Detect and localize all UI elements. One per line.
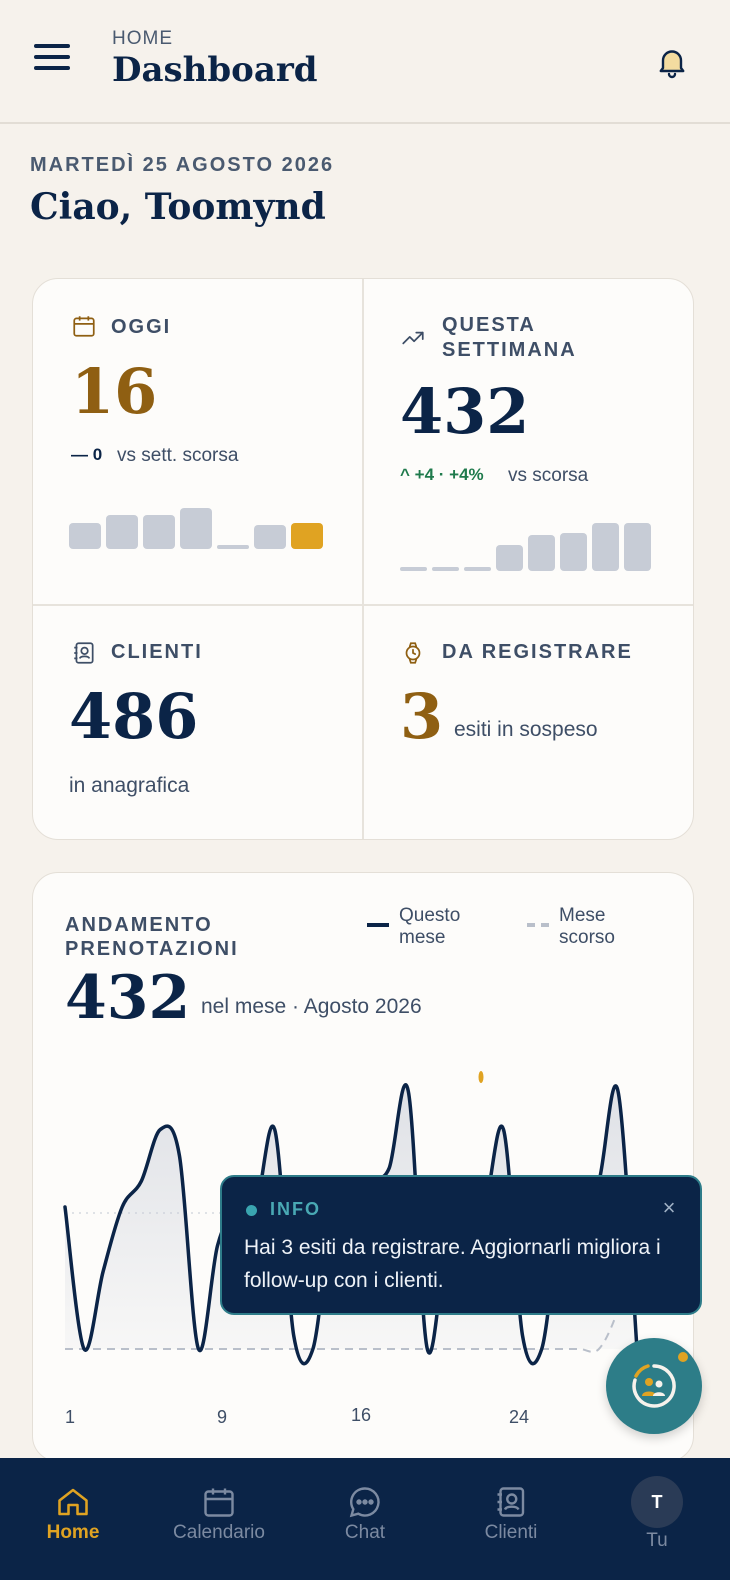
nav-item-calendar[interactable]: Calendario bbox=[146, 1458, 292, 1580]
contacts-icon bbox=[74, 642, 94, 664]
header-eyebrow: HOME bbox=[112, 28, 173, 49]
nav-label: Calendario bbox=[173, 1522, 265, 1543]
chart-subtitle: nel mese · Agosto 2026 bbox=[201, 995, 422, 1018]
toast-label: INFO bbox=[270, 1199, 321, 1219]
x-tick: 24 bbox=[509, 1407, 530, 1427]
mini-bar bbox=[464, 567, 491, 571]
page-title: Dashboard bbox=[112, 50, 318, 90]
trending-up-icon bbox=[402, 331, 424, 345]
greeting: Ciao, Toomynd bbox=[30, 186, 326, 228]
stat-clients[interactable]: CLIENTI 486 in anagrafica bbox=[33, 606, 362, 839]
nav-label: Home bbox=[46, 1522, 100, 1543]
nav-item-home[interactable]: Home bbox=[0, 1458, 146, 1580]
nav-label: Chat bbox=[344, 1522, 386, 1543]
info-toast[interactable]: INFO × Hai 3 esiti da registrare. Aggior… bbox=[220, 1175, 702, 1315]
mini-bar bbox=[624, 523, 651, 571]
stats-card: OGGI 16 — 0 vs sett. scorsa QUESTA SETTI… bbox=[32, 278, 694, 840]
home-icon bbox=[58, 1488, 88, 1516]
nav-item-clients[interactable]: Clienti bbox=[438, 1458, 584, 1580]
avatar: T bbox=[631, 1476, 683, 1528]
stat-value: 486 bbox=[69, 680, 199, 753]
mini-bar bbox=[69, 523, 101, 549]
chart-title: ANDAMENTO PRENOTAZIONI bbox=[65, 914, 239, 960]
status-dot bbox=[246, 1205, 257, 1216]
stat-value: 432 bbox=[400, 375, 530, 448]
notification-badge bbox=[676, 1350, 690, 1364]
chart-total: 432 bbox=[65, 963, 191, 1033]
toast-message: Hai 3 esiti da registrare. Aggiornarli m… bbox=[244, 1236, 661, 1292]
legend-last-month: Mese scorso bbox=[527, 905, 639, 949]
stat-label: OGGI bbox=[111, 316, 172, 338]
stat-week[interactable]: QUESTA SETTIMANA 432 ^ +4 · +4% vs scors… bbox=[364, 279, 693, 604]
date-line: MARTEDÌ 25 AGOSTO 2026 bbox=[30, 154, 335, 176]
peak-marker bbox=[478, 1071, 484, 1083]
stat-pending[interactable]: DA REGISTRARE 3 esiti in sospeso bbox=[364, 606, 693, 839]
stat-sub: in anagrafica bbox=[69, 774, 190, 797]
x-tick: 1 bbox=[65, 1407, 76, 1427]
mini-bar bbox=[254, 525, 286, 549]
legend-label: Questo mese bbox=[399, 905, 461, 948]
mini-bar bbox=[217, 545, 249, 549]
nav-label: Clienti bbox=[484, 1522, 538, 1543]
mini-bar bbox=[592, 523, 619, 571]
stat-label: QUESTA SETTIMANA bbox=[442, 314, 577, 361]
nav-item-profile[interactable]: T Tu bbox=[584, 1458, 730, 1580]
legend-label: Mese scorso bbox=[559, 905, 615, 948]
contacts-icon bbox=[497, 1487, 525, 1517]
mini-bar bbox=[496, 545, 523, 571]
stat-value: 3 bbox=[400, 680, 444, 753]
menu-icon[interactable] bbox=[34, 44, 70, 74]
stat-delta-text: vs scorsa bbox=[508, 465, 589, 486]
stat-value: 16 bbox=[71, 355, 158, 428]
legend-swatch bbox=[367, 923, 389, 927]
legend-this-month: Questo mese bbox=[367, 905, 479, 949]
close-icon[interactable]: × bbox=[656, 1195, 682, 1221]
stat-label: CLIENTI bbox=[111, 641, 203, 663]
bottom-nav: Home Calendario Chat Clienti T Tu bbox=[0, 1458, 730, 1580]
chat-icon bbox=[349, 1487, 380, 1518]
mini-bar bbox=[432, 567, 459, 571]
stat-label: DA REGISTRARE bbox=[442, 641, 633, 663]
legend-swatch bbox=[527, 923, 549, 927]
calendar-icon bbox=[204, 1488, 234, 1517]
x-tick: 9 bbox=[217, 1407, 228, 1427]
mini-bar bbox=[400, 567, 427, 571]
app-header: HOME Dashboard bbox=[0, 0, 730, 124]
stat-today[interactable]: OGGI 16 — 0 vs sett. scorsa bbox=[33, 279, 362, 604]
mini-bar bbox=[143, 515, 175, 549]
nav-label: Tu bbox=[646, 1530, 668, 1551]
calendar-icon bbox=[73, 316, 95, 337]
assistant-fab[interactable] bbox=[606, 1338, 702, 1434]
mini-bar bbox=[528, 535, 555, 571]
mini-bar bbox=[560, 533, 587, 571]
mini-bar bbox=[106, 515, 138, 549]
bookings-chart-card: ANDAMENTO PRENOTAZIONI Questo mese Mese … bbox=[32, 872, 694, 1462]
bell-icon[interactable] bbox=[654, 44, 690, 80]
watch-icon bbox=[405, 642, 421, 664]
mini-bar-chart bbox=[400, 501, 656, 571]
mini-bar bbox=[291, 523, 323, 549]
stat-delta: ^ +4 · +4% bbox=[400, 465, 484, 484]
nav-item-chat[interactable]: Chat bbox=[292, 1458, 438, 1580]
x-tick: 16 bbox=[351, 1405, 372, 1425]
mini-bar bbox=[180, 508, 212, 549]
stat-sub: esiti in sospeso bbox=[454, 718, 598, 741]
stat-delta: — 0 bbox=[71, 445, 103, 464]
stat-delta-text: vs sett. scorsa bbox=[117, 445, 239, 466]
mini-bar-chart bbox=[69, 479, 328, 549]
